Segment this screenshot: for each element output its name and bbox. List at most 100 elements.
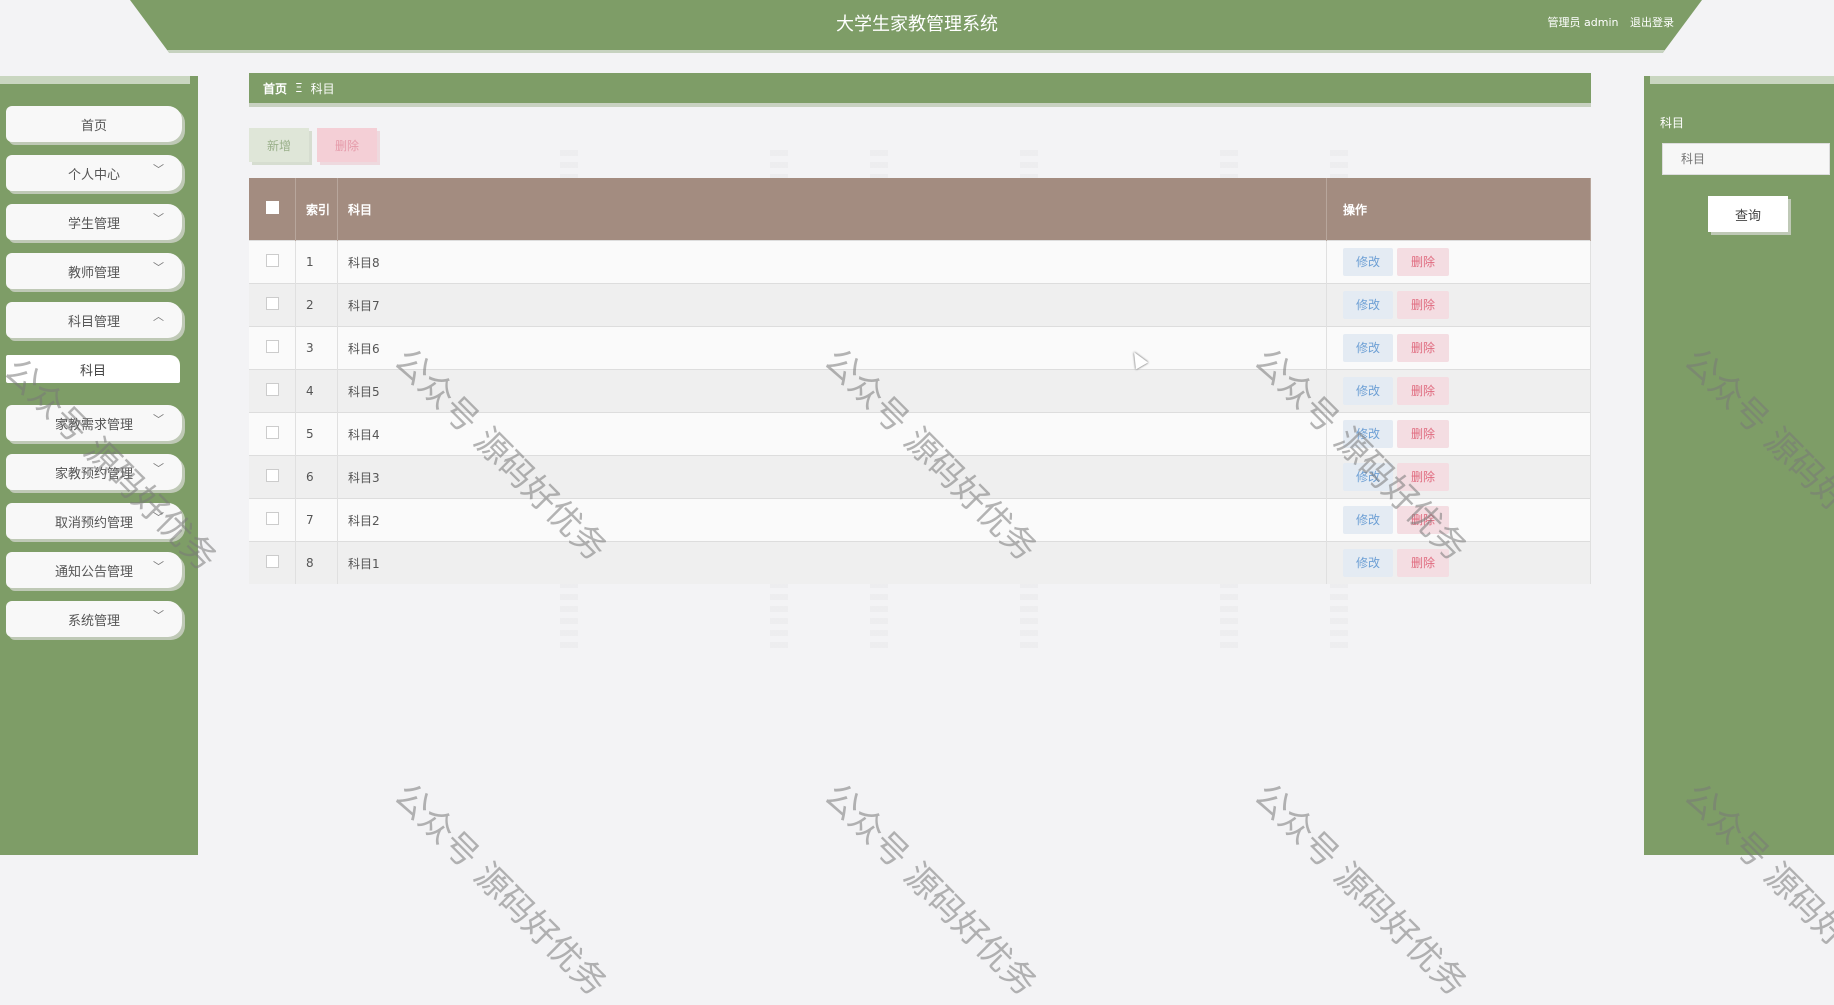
subject-table: 索引 科目 操作 1 科目8 修改 删除 2 科目7 修改 删除 3 科目6 修改 删除 4 科目5 修改删… xyxy=(249,178,1591,584)
sidebar-top-edge xyxy=(0,76,190,84)
row-actions: 修改 删除 xyxy=(1326,455,1591,499)
search-panel xyxy=(1644,76,1834,855)
select-all-checkbox[interactable] xyxy=(265,201,279,214)
sidebar-item-label: 通知公告管理 xyxy=(54,564,133,580)
breadcrumb: 首页 Ξ 科目 xyxy=(249,73,1591,107)
row-index: 6 xyxy=(295,455,338,499)
chevron-up-icon: ︿ xyxy=(153,310,164,323)
sidebar-item-profile[interactable]: 个人中心 ﹀ xyxy=(6,155,182,191)
table-row: 1 科目8 修改 删除 xyxy=(249,240,1591,284)
delete-button[interactable]: 删除 xyxy=(1397,463,1449,491)
row-select-cell xyxy=(249,455,296,499)
chevron-down-icon: ﹀ xyxy=(153,511,164,524)
table-row: 7 科目2 修改 删除 xyxy=(249,498,1591,542)
delete-button[interactable]: 删除 xyxy=(1397,506,1449,534)
sidebar-item-home[interactable]: 首页 xyxy=(6,106,182,142)
table-row: 6 科目3 修改 删除 xyxy=(249,455,1591,499)
delete-button[interactable]: 删除 xyxy=(1397,334,1449,362)
sidebar-item-label: 系统管理 xyxy=(67,613,120,629)
row-select-cell xyxy=(249,541,296,584)
edit-button[interactable]: 修改 xyxy=(1343,291,1393,319)
add-button[interactable]: 新增 xyxy=(249,128,309,162)
row-subject: 科目7 xyxy=(337,283,1327,327)
edit-button[interactable]: 修改 xyxy=(1343,506,1393,534)
admin-user-label: 管理员 admin xyxy=(1547,16,1619,29)
sidebar-item-label: 首页 xyxy=(80,118,107,134)
delete-button[interactable]: 删除 xyxy=(1397,420,1449,448)
row-actions: 修改 删除 xyxy=(1326,541,1591,584)
table-row: 4 科目5 修改 删除 xyxy=(249,369,1591,413)
sidebar-subitem-subject[interactable]: 科目 xyxy=(6,355,180,383)
select-all-cell xyxy=(249,178,296,241)
sidebar-item-teachers[interactable]: 教师管理 ﹀ xyxy=(6,253,182,289)
user-info: 管理员 admin 退出登录 xyxy=(1540,14,1674,30)
table-row: 8 科目1 修改 删除 xyxy=(249,541,1591,584)
batch-delete-button[interactable]: 删除 xyxy=(317,128,377,162)
row-checkbox[interactable] xyxy=(265,512,279,525)
row-index: 8 xyxy=(295,541,338,584)
row-checkbox[interactable] xyxy=(265,383,279,396)
breadcrumb-home[interactable]: 首页 xyxy=(263,80,287,97)
row-subject: 科目4 xyxy=(337,412,1327,456)
row-select-cell xyxy=(249,326,296,370)
row-index: 4 xyxy=(295,369,338,413)
watermark: 公众号 源码好优务 xyxy=(1246,775,1475,1004)
delete-button[interactable]: 删除 xyxy=(1397,291,1449,319)
row-actions: 修改 删除 xyxy=(1326,498,1591,542)
row-subject: 科目5 xyxy=(337,369,1327,413)
sidebar-item-notices[interactable]: 通知公告管理 ﹀ xyxy=(6,552,182,588)
chevron-down-icon: ﹀ xyxy=(153,609,164,622)
row-actions: 修改 删除 xyxy=(1326,369,1591,413)
row-index: 5 xyxy=(295,412,338,456)
delete-button[interactable]: 删除 xyxy=(1397,549,1449,577)
row-actions: 修改 删除 xyxy=(1326,326,1591,370)
edit-button[interactable]: 修改 xyxy=(1343,248,1393,276)
search-input[interactable] xyxy=(1662,143,1830,175)
sidebar-item-tutor-demand[interactable]: 家教需求管理 ﹀ xyxy=(6,405,182,441)
row-select-cell xyxy=(249,498,296,542)
edit-button[interactable]: 修改 xyxy=(1343,420,1393,448)
row-index: 2 xyxy=(295,283,338,327)
edit-button[interactable]: 修改 xyxy=(1343,377,1393,405)
subject-header: 科目 xyxy=(337,178,1327,241)
row-checkbox[interactable] xyxy=(265,469,279,482)
breadcrumb-current: 科目 xyxy=(310,81,335,96)
sidebar-item-students[interactable]: 学生管理 ﹀ xyxy=(6,204,182,240)
table-row: 5 科目4 修改 删除 xyxy=(249,412,1591,456)
row-checkbox[interactable] xyxy=(265,555,279,568)
chevron-down-icon: ﹀ xyxy=(153,413,164,426)
row-checkbox[interactable] xyxy=(265,254,279,267)
edit-button[interactable]: 修改 xyxy=(1343,463,1393,491)
row-checkbox[interactable] xyxy=(265,340,279,353)
edit-button[interactable]: 修改 xyxy=(1343,549,1393,577)
search-button[interactable]: 查询 xyxy=(1708,196,1788,232)
row-checkbox[interactable] xyxy=(265,426,279,439)
chevron-down-icon: ﹀ xyxy=(153,462,164,475)
watermark: 公众号 源码好优务 xyxy=(816,775,1045,1004)
table-row: 3 科目6 修改 删除 xyxy=(249,326,1591,370)
search-panel-top-edge xyxy=(1650,76,1834,84)
chevron-down-icon: ﹀ xyxy=(153,163,164,176)
sidebar-item-label: 家教预约管理 xyxy=(54,466,133,482)
table-header-row: 索引 科目 操作 xyxy=(249,178,1591,241)
row-subject: 科目6 xyxy=(337,326,1327,370)
row-select-cell xyxy=(249,283,296,327)
edit-button[interactable]: 修改 xyxy=(1343,334,1393,362)
delete-button[interactable]: 删除 xyxy=(1397,248,1449,276)
chevron-down-icon: ﹀ xyxy=(153,261,164,274)
logout-link[interactable]: 退出登录 xyxy=(1630,16,1674,29)
sidebar-item-cancel-booking[interactable]: 取消预约管理 ﹀ xyxy=(6,503,182,539)
table-row: 2 科目7 修改 删除 xyxy=(249,283,1591,327)
row-actions: 修改 删除 xyxy=(1326,412,1591,456)
row-select-cell xyxy=(249,240,296,284)
sidebar-item-label: 科目管理 xyxy=(67,314,120,330)
row-checkbox[interactable] xyxy=(265,297,279,310)
row-subject: 科目1 xyxy=(337,541,1327,584)
sidebar-item-system[interactable]: 系统管理 ﹀ xyxy=(6,601,182,637)
row-subject: 科目3 xyxy=(337,455,1327,499)
sidebar-item-tutor-booking[interactable]: 家教预约管理 ﹀ xyxy=(6,454,182,490)
delete-button[interactable]: 删除 xyxy=(1397,377,1449,405)
index-header: 索引 xyxy=(295,178,338,241)
sidebar-item-label: 个人中心 xyxy=(67,167,120,183)
sidebar-item-subjects[interactable]: 科目管理 ︿ xyxy=(6,302,182,338)
